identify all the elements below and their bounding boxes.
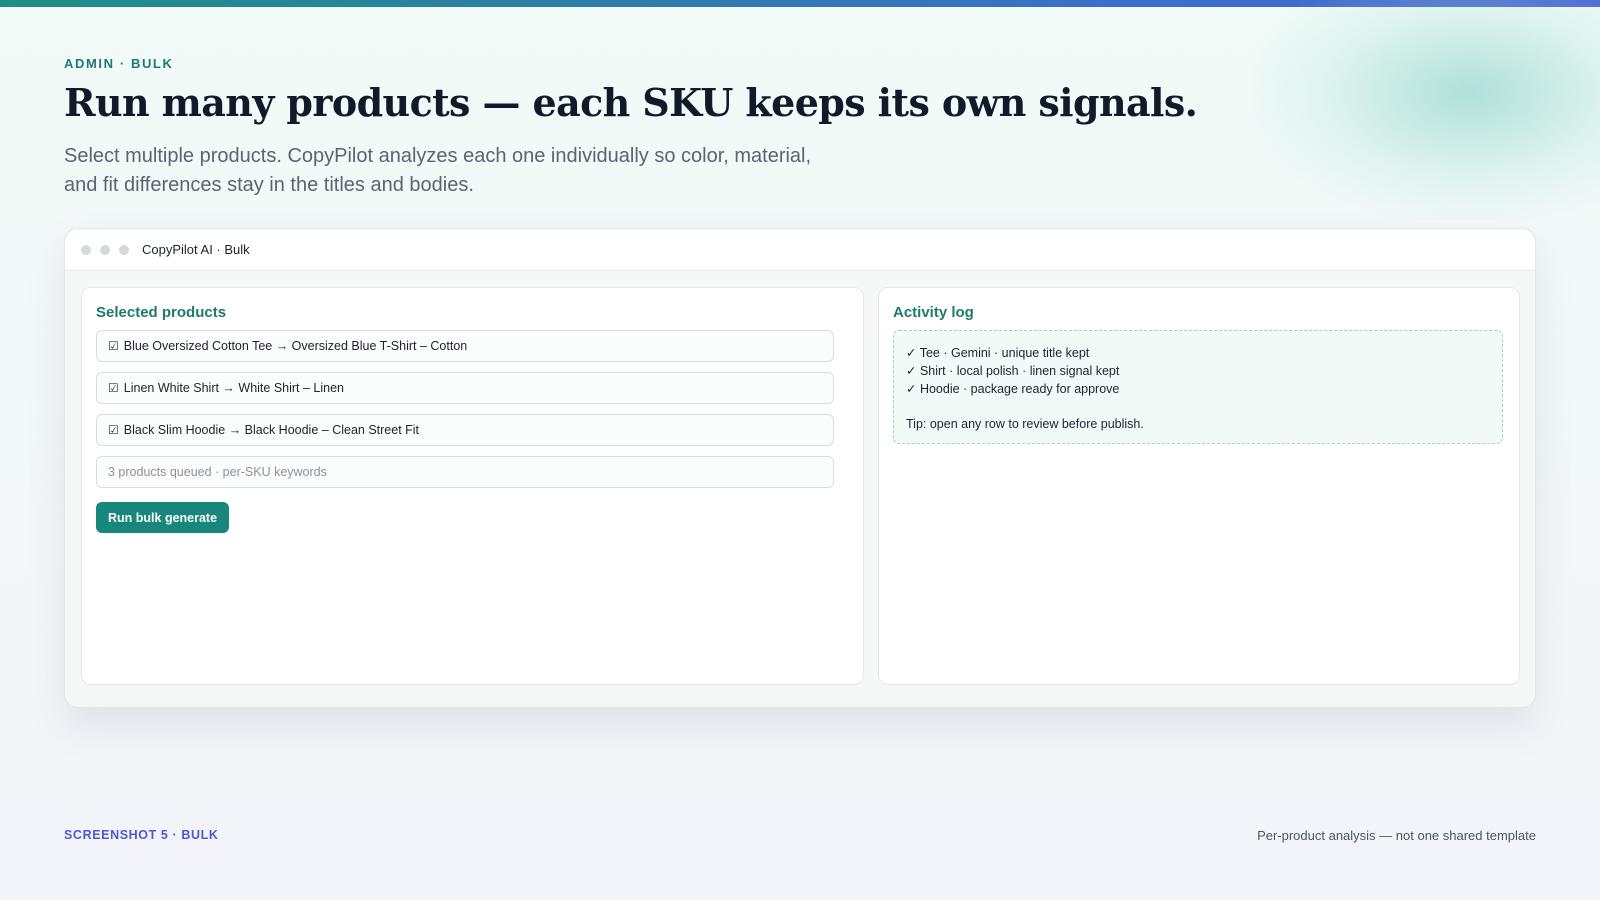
product-row[interactable]: ☑ Linen White Shirt → White Shirt – Line… bbox=[96, 372, 834, 404]
window-maximize-dot[interactable] bbox=[119, 244, 129, 255]
log-line: ✓ Shirt · local polish · linen signal ke… bbox=[906, 364, 1120, 378]
product-row[interactable]: ☑ Black Slim Hoodie → Black Hoodie – Cle… bbox=[96, 414, 834, 446]
window-title: CopyPilot AI · Bulk bbox=[142, 242, 250, 257]
product-row-label: Linen White Shirt → White Shirt – Linen bbox=[123, 381, 345, 395]
page-subtitle: Select multiple products. CopyPilot anal… bbox=[64, 145, 812, 196]
product-row[interactable]: ☑ Blue Oversized Cotton Tee → Oversized … bbox=[96, 330, 834, 362]
log-tip: Tip: open any row to review before publi… bbox=[906, 417, 1144, 431]
decorative-glow bbox=[1250, 0, 1600, 220]
activity-log-heading: Activity log bbox=[893, 304, 974, 321]
activity-log-panel: Activity log ✓ Tee · Gemini · unique tit… bbox=[878, 287, 1520, 685]
selected-products-panel: Selected products ☑ Blue Oversized Cotto… bbox=[81, 287, 864, 685]
footer-caption: Per-product analysis — not one shared te… bbox=[1257, 828, 1536, 843]
queue-status-field[interactable]: 3 products queued · per-SKU keywords bbox=[96, 456, 834, 488]
checkbox-checked-icon[interactable]: ☑ bbox=[108, 339, 119, 353]
activity-log-box: ✓ Tee · Gemini · unique title kept ✓ Shi… bbox=[893, 330, 1503, 444]
app-window: CopyPilot AI · Bulk Selected products ☑ … bbox=[64, 228, 1536, 708]
selected-products-heading: Selected products bbox=[96, 304, 227, 321]
footer-screenshot-label: SCREENSHOT 5 · BULK bbox=[64, 828, 219, 842]
run-bulk-generate-button[interactable]: Run bulk generate bbox=[96, 502, 230, 533]
top-accent-bar bbox=[0, 0, 1600, 7]
checkbox-checked-icon[interactable]: ☑ bbox=[108, 381, 119, 395]
product-row-label: Blue Oversized Cotton Tee → Oversized Bl… bbox=[123, 339, 468, 353]
log-line: ✓ Tee · Gemini · unique title kept bbox=[906, 346, 1090, 360]
window-minimize-dot[interactable] bbox=[100, 244, 110, 255]
product-row-label: Black Slim Hoodie → Black Hoodie – Clean… bbox=[123, 423, 420, 437]
page-title: Run many products — each SKU keeps its o… bbox=[64, 80, 1198, 125]
window-close-dot[interactable] bbox=[81, 244, 91, 255]
window-titlebar: CopyPilot AI · Bulk bbox=[65, 229, 1535, 271]
checkbox-checked-icon[interactable]: ☑ bbox=[108, 423, 119, 437]
log-line: ✓ Hoodie · package ready for approve bbox=[906, 382, 1120, 396]
eyebrow-label: ADMIN · BULK bbox=[64, 56, 174, 71]
